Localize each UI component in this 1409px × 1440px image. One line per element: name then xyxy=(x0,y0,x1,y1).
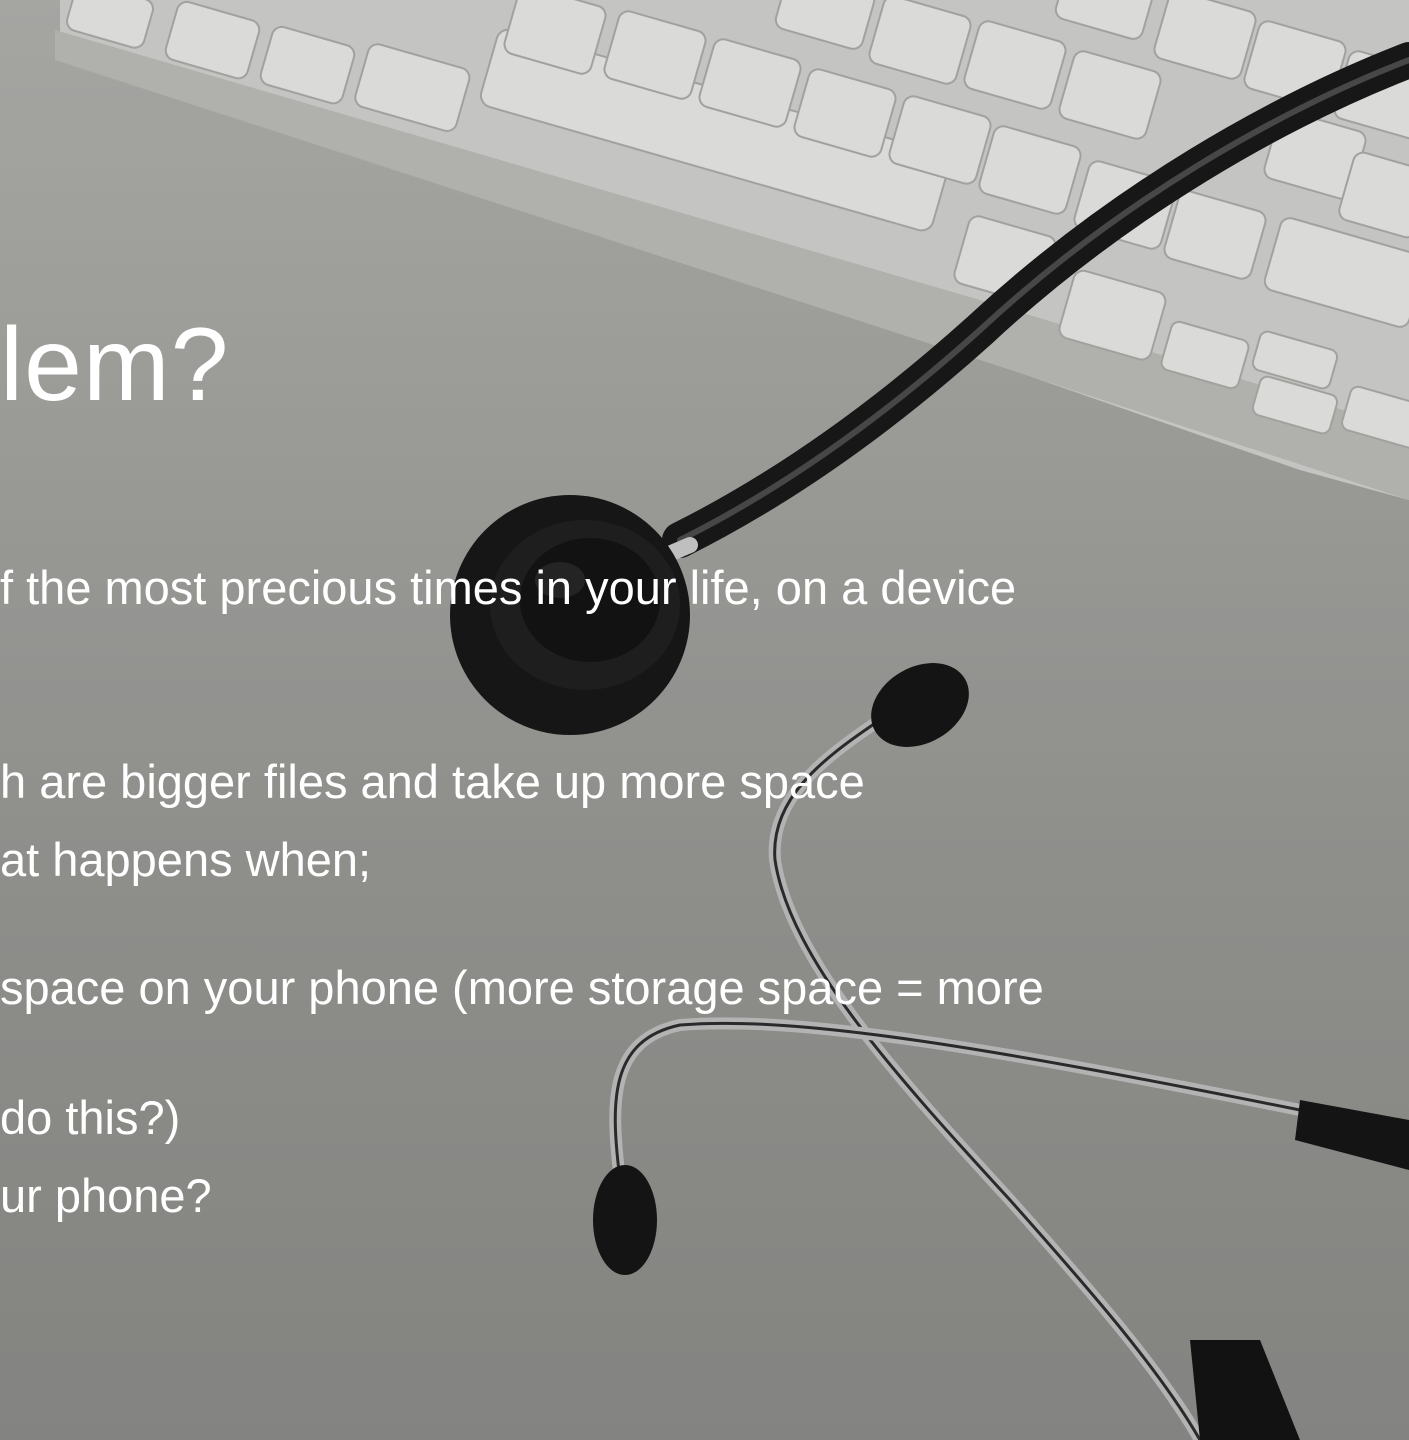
body-line-1: f the most precious times in your life, … xyxy=(0,561,1017,614)
slide-title: lem? xyxy=(0,307,230,423)
body-line-3: at happens when; xyxy=(0,833,372,886)
body-line-2: h are bigger files and take up more spac… xyxy=(0,755,865,808)
presentation-slide: lem? f the most precious times in your l… xyxy=(0,0,1409,1440)
body-line-4: space on your phone (more storage space … xyxy=(0,961,1044,1014)
body-line-6: ur phone? xyxy=(0,1169,212,1222)
body-line-5: do this?) xyxy=(0,1091,181,1144)
